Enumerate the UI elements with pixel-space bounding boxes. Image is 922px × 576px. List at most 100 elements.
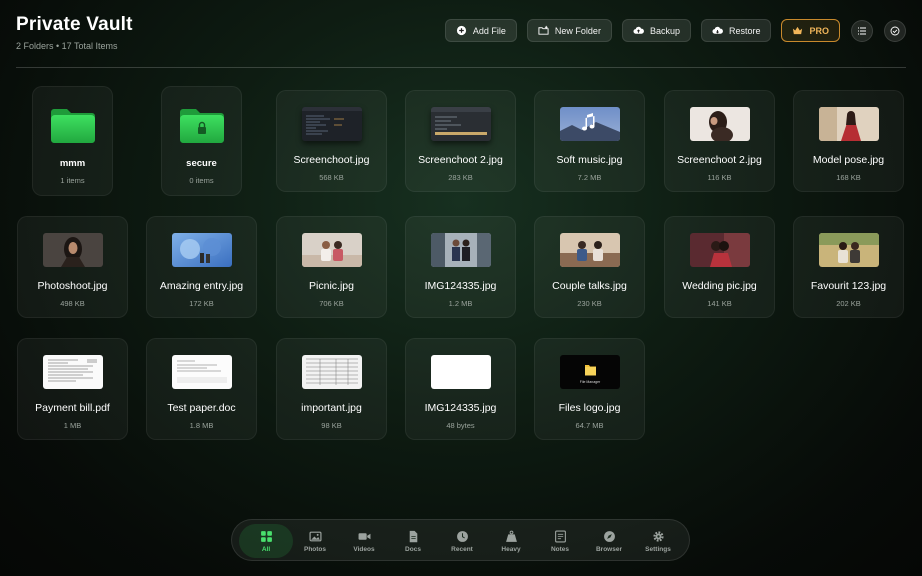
file-size: 202 KB [836,299,861,308]
file-size: 706 KB [319,299,344,308]
file-card[interactable]: IMG124335.jpg 1.2 MB [405,216,516,318]
file-card[interactable]: Model pose.jpg 168 KB [793,90,904,192]
pro-button[interactable]: PRO [781,19,840,42]
header: Private Vault 2 Folders • 17 Total Items [16,14,133,51]
list-icon [858,27,866,34]
file-name: Photoshoot.jpg [37,280,108,292]
folder-name: mmm [59,158,86,169]
file-size: 568 KB [319,173,344,182]
file-card[interactable]: Screenchoot.jpg 568 KB [276,90,387,192]
folder-name: secure [186,158,217,169]
video-icon [358,532,370,540]
document-icon [409,530,417,542]
file-name: IMG124335.jpg [424,280,497,292]
backup-button[interactable]: Backup [621,19,691,42]
file-thumbnail [559,107,620,141]
file-thumbnail: File Manager [559,355,620,389]
file-thumbnail [301,233,362,267]
file-thumbnail [430,355,491,389]
bottom-nav: All Photos Videos Docs Recent Heavy Note… [231,519,690,561]
file-size: 1.2 MB [448,299,473,308]
folder-card[interactable]: mmm 1 items [32,86,113,196]
nav-label: Recent [451,545,473,553]
file-thumbnail [818,107,879,141]
nav-label: Browser [595,545,622,553]
nav-label: Docs [405,545,421,553]
nav-label: Settings [645,545,671,553]
file-thumbnail [42,355,103,389]
new-folder-button[interactable]: New Folder [526,19,612,42]
crown-icon [793,26,803,35]
add-file-button[interactable]: Add File [444,19,517,42]
nav-item-all[interactable]: All [239,524,293,558]
folder-card[interactable]: secure 0 items [161,86,242,196]
nav-item-browser[interactable]: Browser [582,524,636,558]
nav-item-heavy[interactable]: Heavy [484,524,538,558]
grid-icon [260,530,272,542]
gear-icon [652,530,664,542]
compass-icon [603,530,615,542]
cloud-download-icon [712,26,723,34]
file-card[interactable]: Wedding pic.jpg 141 KB [664,216,775,318]
nav-item-notes[interactable]: Notes [533,524,587,558]
file-thumbnail [430,233,491,267]
backup-label: Backup [649,25,680,36]
select-button[interactable] [884,19,906,42]
nav-item-videos[interactable]: Videos [337,524,391,558]
file-name: Model pose.jpg [812,154,885,166]
file-card[interactable]: Amazing entry.jpg 172 KB [146,216,257,318]
nav-label: Heavy [501,545,521,553]
restore-button[interactable]: Restore [700,19,772,42]
nav-label: Notes [550,545,570,553]
nav-item-settings[interactable]: Settings [631,524,685,558]
nav-label: Photos [303,545,327,553]
list-view-button[interactable] [851,19,873,42]
file-thumbnail [818,233,879,267]
nav-label: Videos [353,545,375,553]
nav-item-docs[interactable]: Docs [386,524,440,558]
file-card[interactable]: Payment bill.pdf 1 MB [17,338,128,440]
nav-item-photos[interactable]: Photos [288,524,342,558]
file-size: 230 KB [577,299,602,308]
new-folder-label: New Folder [554,25,601,36]
nav-label: All [261,545,271,553]
file-name: Amazing entry.jpg [159,280,244,292]
file-name: Couple talks.jpg [552,280,627,292]
file-card[interactable]: Couple talks.jpg 230 KB [534,216,645,318]
file-name: Wedding pic.jpg [682,280,757,292]
folder-item-count: 0 items [189,176,214,185]
cloud-upload-icon [633,26,644,34]
file-card[interactable]: Soft music.jpg 7.2 MB [534,90,645,192]
file-size: 64.7 MB [575,421,604,430]
folder-icon [50,109,95,143]
file-thumbnail [171,355,232,389]
file-card[interactable]: File Manager Files logo.jpg 64.7 MB [534,338,645,440]
file-card[interactable]: Photoshoot.jpg 498 KB [17,216,128,318]
file-card[interactable]: important.jpg 98 KB [276,338,387,440]
file-card[interactable]: Picnic.jpg 706 KB [276,216,387,318]
toolbar: Add File New Folder Backup Restore PRO [435,19,906,42]
file-size: 1.8 MB [189,421,214,430]
file-thumbnail [559,233,620,267]
locked-folder-icon [179,109,224,143]
file-name: Soft music.jpg [556,154,623,166]
file-name: Favourit 123.jpg [810,280,887,292]
file-name: Test paper.doc [167,402,236,414]
file-card[interactable]: Screenchoot 2.jpg 283 KB [405,90,516,192]
file-size: 116 KB [707,173,732,182]
pro-label: PRO [809,25,829,36]
folder-plus-icon [538,25,549,35]
file-card[interactable]: Test paper.doc 1.8 MB [146,338,257,440]
file-card[interactable]: IMG124335.jpg 48 bytes [405,338,516,440]
plus-circle-icon [456,25,466,36]
file-size: 172 KB [189,299,214,308]
file-card[interactable]: Screenchoot 2.jpg 116 KB [664,90,775,192]
file-size: 168 KB [836,173,861,182]
vault-summary: 2 Folders • 17 Total Items [16,41,118,51]
file-name: Screenchoot.jpg [293,154,370,166]
file-size: 7.2 MB [577,173,602,182]
header-divider [16,67,906,68]
file-card[interactable]: Favourit 123.jpg 202 KB [793,216,904,318]
file-size: 48 bytes [446,421,475,430]
nav-item-recent[interactable]: Recent [435,524,489,558]
